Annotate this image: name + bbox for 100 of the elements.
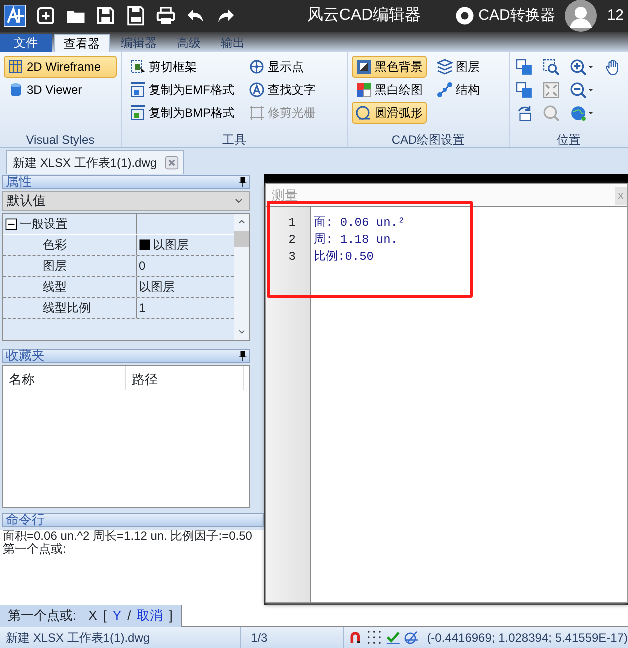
- group-title: Visual Styles: [25, 132, 96, 147]
- crosshair-icon: [249, 59, 266, 75]
- property-value[interactable]: 0: [139, 257, 146, 275]
- crop-frame-icon: [130, 59, 146, 75]
- property-value[interactable]: 以图层: [139, 278, 175, 296]
- status-file-name: 新建 XLSX 工作表1(1).dwg: [6, 630, 150, 646]
- section-label: 一般设置: [20, 216, 68, 233]
- prompt-text: X: [88, 607, 98, 626]
- zoom-in-icon: [570, 58, 587, 76]
- dropdown-value: 默认值: [7, 192, 46, 210]
- emf-image-icon: [130, 82, 146, 98]
- group-title: 工具: [222, 132, 248, 147]
- zoom-extents-icon: [543, 82, 560, 98]
- cad-setting-button[interactable]: 黑白绘图: [352, 79, 427, 101]
- caret-icon: [587, 109, 595, 117]
- ring-icon: [454, 6, 475, 26]
- ribbon-tab[interactable]: 输出: [212, 34, 254, 52]
- prompt-text: ]: [169, 607, 173, 626]
- panel-title: 属性: [6, 176, 32, 188]
- property-value[interactable]: 以图层: [153, 236, 189, 254]
- close-icon[interactable]: [165, 156, 180, 170]
- text-search-icon: [249, 82, 266, 98]
- document-tab[interactable]: 新建 XLSX 工作表1(1).dwg: [6, 150, 184, 174]
- background-icon: [356, 59, 372, 75]
- panel-title: 收藏夹: [6, 350, 45, 362]
- circle-icon: [356, 105, 372, 121]
- pin-icon[interactable]: [237, 176, 249, 188]
- property-name: 色彩: [43, 237, 67, 254]
- save-pdf-icon[interactable]: [126, 6, 146, 26]
- line-number: 3: [288, 249, 296, 266]
- bmp-image-icon: [130, 105, 146, 121]
- pages-icon: [516, 58, 533, 76]
- globe-icon: [570, 104, 587, 122]
- caret-icon: [587, 63, 595, 71]
- property-name: 线型比例: [43, 300, 91, 317]
- tool-button[interactable]: 复制为EMF格式: [126, 79, 240, 101]
- app-logo-icon[interactable]: [4, 5, 26, 27]
- tool-button[interactable]: 剪切框架: [126, 56, 240, 78]
- group-title: 位置: [556, 132, 582, 147]
- layers-icon: [437, 59, 453, 75]
- converter-button[interactable]: CAD转换器: [454, 4, 556, 28]
- color-squares-icon: [356, 82, 372, 98]
- coordinates-text: (-0.4416969; 1.028394; 5.41559E-17): [427, 630, 628, 646]
- defaults-dropdown[interactable]: 默认值: [2, 191, 250, 211]
- print-icon[interactable]: [156, 6, 176, 26]
- property-name: 图层: [43, 258, 67, 275]
- measurement-text: 面: 0.06 un.²: [314, 215, 406, 232]
- measurement-text: 周: 1.18 un.: [314, 232, 400, 249]
- new-file-icon[interactable]: [36, 6, 56, 26]
- zoom-window-icon: [543, 58, 560, 76]
- tool-button[interactable]: 显示点: [245, 56, 343, 78]
- group-title: CAD绘图设置: [390, 132, 466, 147]
- tool-button[interactable]: 复制为BMP格式: [126, 102, 240, 124]
- rotate-icon: [516, 104, 533, 122]
- prompt-text: /: [128, 607, 132, 626]
- checkmark-icon[interactable]: [386, 630, 400, 645]
- caret-icon: [587, 86, 595, 94]
- property-name: 线型: [43, 279, 67, 296]
- collapse-icon[interactable]: [5, 218, 18, 230]
- status-page: 1/3: [251, 630, 268, 646]
- cad-setting-button[interactable]: 结构: [433, 79, 505, 101]
- zoom-out-icon: [570, 82, 587, 98]
- avatar-icon[interactable]: [565, 0, 598, 32]
- structure-icon: [437, 82, 453, 98]
- zoom-previous-icon: [543, 104, 560, 122]
- scrollbar[interactable]: [234, 214, 249, 340]
- prompt-option-link[interactable]: Y: [112, 606, 122, 626]
- column-header[interactable]: 名称: [3, 366, 126, 390]
- panel-title: 命令行: [6, 514, 45, 526]
- tab-label[interactable]: 新建 XLSX 工作表1(1).dwg: [13, 154, 158, 172]
- line-number: 2: [288, 232, 296, 249]
- wireframe-icon: [8, 59, 24, 75]
- visual-style-button[interactable]: 2D Wireframe: [4, 56, 117, 78]
- ribbon-tab[interactable]: 查看器: [54, 34, 110, 52]
- prompt-text: [: [103, 607, 107, 626]
- visual-style-button[interactable]: 3D Viewer: [4, 79, 117, 101]
- tool-button[interactable]: 查找文字: [245, 79, 343, 101]
- cad-setting-button[interactable]: 图层: [433, 56, 505, 78]
- user-name[interactable]: 12: [607, 4, 624, 28]
- raster-frame-icon: [249, 105, 266, 121]
- cad-setting-button[interactable]: 黑色背景: [352, 56, 427, 78]
- command-input-field[interactable]: [180, 605, 628, 627]
- polar-tracking-icon[interactable]: [404, 630, 420, 645]
- prompt-option-link[interactable]: 取消: [137, 606, 164, 626]
- dialog-title: 测量: [272, 188, 298, 203]
- line-number: 1: [288, 215, 296, 232]
- column-header[interactable]: 路径: [126, 366, 244, 390]
- color-swatch-icon: [139, 239, 151, 251]
- scroll-thumb[interactable]: [234, 231, 249, 247]
- pin-icon[interactable]: [237, 350, 249, 362]
- command-line-text: 第一个点或:: [2, 543, 68, 556]
- property-value[interactable]: 1: [139, 299, 146, 317]
- measurement-text: 比例:0.50: [314, 249, 376, 266]
- command-line-text: 面积=0.06 un.^2 周长=1.12 un. 比例因子:=0.50: [2, 530, 254, 543]
- save-icon[interactable]: [96, 6, 116, 26]
- file-menu-button[interactable]: 文件: [0, 34, 52, 52]
- prompt-text: 第一个点或:: [8, 607, 77, 626]
- cad-setting-button[interactable]: 圆滑弧形: [352, 102, 427, 124]
- grid-icon[interactable]: [366, 630, 382, 645]
- pages-icon: [516, 82, 533, 98]
